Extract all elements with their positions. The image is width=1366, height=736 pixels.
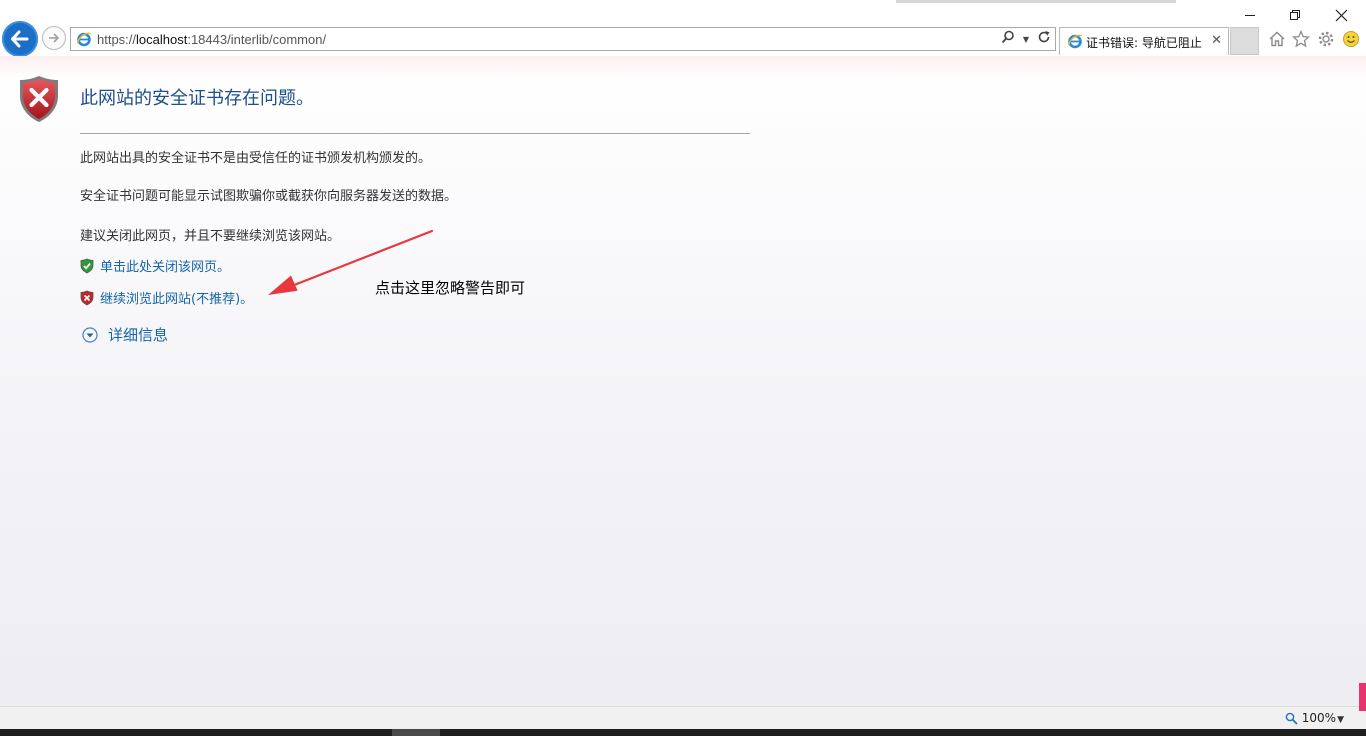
- error-risk-text: 安全证书问题可能显示试图欺骗你或截获你向服务器发送的数据。: [80, 189, 458, 204]
- chevron-down-icon: [82, 326, 98, 343]
- taskbar: [0, 729, 1366, 736]
- annotation-text: 点击这里忽略警告即可: [375, 279, 526, 297]
- shield-error-icon: [20, 76, 58, 122]
- minimize-button[interactable]: [1238, 5, 1262, 25]
- search-icon: [1001, 30, 1014, 44]
- search-dropdown-button[interactable]: ▼: [1023, 35, 1029, 44]
- more-information-toggle[interactable]: 详细信息: [82, 324, 168, 345]
- side-tab[interactable]: [1359, 683, 1366, 711]
- close-page-row: 单击此处关闭该网页。: [80, 256, 230, 275]
- star-icon: [1292, 30, 1310, 48]
- refresh-icon: [1038, 31, 1050, 43]
- continue-to-website-link[interactable]: 继续浏览此网站(不推荐)。: [100, 288, 253, 307]
- home-icon: [1269, 31, 1285, 47]
- favorites-button[interactable]: [1290, 28, 1312, 50]
- close-page-link[interactable]: 单击此处关闭该网页。: [100, 256, 230, 275]
- home-button[interactable]: [1266, 28, 1288, 50]
- zoom-icon: [1285, 712, 1298, 725]
- ie-logo-icon: [1067, 34, 1083, 49]
- new-tab-button[interactable]: [1230, 27, 1259, 55]
- url-text: https://localhost:18443/interlib/common/: [97, 32, 327, 47]
- close-tab-icon[interactable]: ✕: [1211, 33, 1222, 48]
- close-icon: [1335, 9, 1347, 21]
- back-button[interactable]: [2, 21, 38, 57]
- zoom-control[interactable]: 100%: [1285, 711, 1336, 725]
- page-title: 此网站的安全证书存在问题。: [80, 88, 314, 109]
- restore-icon: [1290, 10, 1300, 20]
- shield-error-small-icon: [80, 290, 94, 305]
- error-band: [0, 56, 1366, 78]
- smiley-icon: [1343, 31, 1359, 47]
- refresh-button[interactable]: [1037, 30, 1051, 48]
- zoom-level: 100%: [1301, 711, 1336, 725]
- forward-button[interactable]: [42, 26, 66, 50]
- zoom-dropdown-icon[interactable]: ▼: [1337, 715, 1344, 725]
- minimize-icon: [1245, 15, 1255, 16]
- ie-logo-icon: [76, 32, 92, 47]
- tools-button[interactable]: [1315, 28, 1337, 50]
- close-window-button[interactable]: [1329, 5, 1353, 25]
- address-bar[interactable]: https://localhost:18443/interlib/common/…: [70, 27, 1056, 51]
- address-tools: ▼: [1001, 30, 1051, 48]
- more-information-label: 详细信息: [108, 326, 169, 344]
- forward-arrow-icon: [49, 33, 60, 43]
- window-shadow: [896, 0, 1176, 3]
- tab-certificate-error[interactable]: 证书错误: 导航已阻止 ✕: [1059, 27, 1229, 55]
- shield-check-icon: [80, 258, 94, 273]
- divider: [80, 133, 750, 134]
- back-arrow-icon: [11, 30, 29, 48]
- search-button[interactable]: [1001, 30, 1015, 48]
- restore-button[interactable]: [1283, 5, 1307, 25]
- tab-title: 证书错误: 导航已阻止: [1086, 36, 1202, 50]
- continue-row: 继续浏览此网站(不推荐)。: [80, 288, 253, 307]
- taskbar-item[interactable]: [392, 729, 440, 736]
- feedback-button[interactable]: [1340, 28, 1362, 50]
- browser-chrome: https://localhost:18443/interlib/common/…: [0, 0, 1366, 57]
- error-description: 此网站出具的安全证书不是由受信任的证书颁发机构颁发的。: [80, 151, 432, 166]
- gear-icon: [1318, 31, 1334, 47]
